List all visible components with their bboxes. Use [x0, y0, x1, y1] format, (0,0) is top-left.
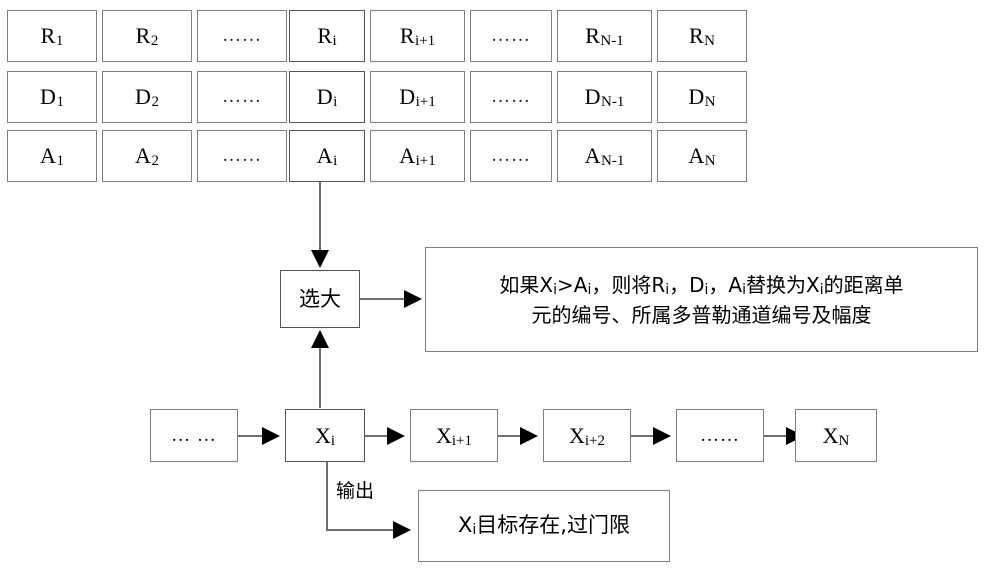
- matrix-cell-a-n: AN: [657, 130, 747, 182]
- cell-text: D1: [40, 84, 64, 111]
- x-chain-box-xi-plus-2: Xi+2: [543, 409, 631, 462]
- arrowhead-xi-to-selectmax: [311, 330, 329, 348]
- output-text: Xi目标存在,过门限: [458, 513, 630, 539]
- arrowhead-xi-to-output: [393, 521, 411, 539]
- matrix-cell-a-i-plus-1: Ai+1: [370, 130, 465, 182]
- arrowhead-xi-to-xi1: [387, 427, 405, 445]
- cell-text: ……: [222, 25, 262, 47]
- matrix-cell-r-ellipsis-1: ……: [197, 10, 287, 62]
- matrix-cell-r-i-plus-1: Ri+1: [370, 10, 465, 62]
- matrix-cell-d-n-minus-1: DN-1: [557, 71, 652, 123]
- cell-text: ……: [491, 25, 531, 47]
- matrix-cell-r-2: R2: [102, 10, 192, 62]
- matrix-cell-d-ellipsis-2: ……: [470, 71, 552, 123]
- cell-text: DN-1: [584, 84, 625, 111]
- cell-text: ……: [222, 86, 262, 108]
- output-edge-label: 输出: [336, 480, 375, 502]
- cell-text: A1: [40, 143, 64, 170]
- x-chain-text: ……: [700, 424, 740, 446]
- matrix-cell-r-1: R1: [7, 10, 97, 62]
- cell-text: ……: [222, 145, 262, 167]
- x-chain-text: XN: [822, 422, 850, 449]
- matrix-cell-d-i: Di: [289, 71, 365, 123]
- output-box: Xi目标存在,过门限: [418, 490, 670, 562]
- matrix-cell-d-n: DN: [657, 71, 747, 123]
- matrix-cell-d-1: D1: [7, 71, 97, 123]
- cell-text: RN-1: [585, 23, 624, 50]
- connector-xi-to-selectmax: [319, 348, 321, 408]
- matrix-cell-a-n-minus-1: AN-1: [557, 130, 652, 182]
- arrowhead-ai-to-selectmax: [311, 250, 329, 268]
- cell-text: D2: [135, 84, 159, 111]
- select-max-label: 选大: [299, 286, 341, 311]
- replace-rule-line-2: 元的编号、所属多普勒通道编号及幅度: [531, 302, 872, 327]
- x-chain-text: Xi+1: [435, 422, 473, 449]
- matrix-cell-r-n: RN: [657, 10, 747, 62]
- x-chain-text: Xi+2: [568, 422, 606, 449]
- replace-rule-line-1: 如果Xi>Ai，则将Ri，Di，Ai替换为Xi的距离单: [499, 272, 904, 298]
- matrix-cell-a-1: A1: [7, 130, 97, 182]
- matrix-cell-d-ellipsis-1: ……: [197, 71, 287, 123]
- cell-text: ……: [491, 86, 531, 108]
- cell-text: AN-1: [584, 143, 625, 170]
- x-chain-ellipsis-start: … …: [150, 409, 238, 462]
- x-chain-box-xi: Xi: [285, 409, 365, 462]
- cell-text: Ri: [317, 23, 337, 50]
- arrowhead-xi2-to-ellipsis: [653, 427, 671, 445]
- replace-rule-box: 如果Xi>Ai，则将Ri，Di，Ai替换为Xi的距离单 元的编号、所属多普勒通道…: [425, 247, 978, 352]
- select-max-box: 选大: [280, 270, 360, 328]
- connector-xi-output-vertical: [326, 462, 328, 530]
- cell-text: Di+1: [399, 84, 436, 111]
- cell-text: Ri+1: [399, 23, 436, 50]
- cell-text: Di: [316, 84, 338, 111]
- connector-xi-output-horizontal: [326, 529, 401, 531]
- cell-text: R1: [40, 23, 64, 50]
- diagram-canvas: R1 R2 …… Ri Ri+1 …… RN-1 RN D1 D2 …… Di …: [0, 0, 1000, 574]
- arrowhead-xi1-to-xi2: [520, 427, 538, 445]
- cell-text: Ai+1: [399, 143, 436, 170]
- connector-ai-to-selectmax: [319, 182, 321, 252]
- matrix-cell-r-ellipsis-2: ……: [470, 10, 552, 62]
- cell-text: Ai: [316, 143, 338, 170]
- matrix-cell-r-n-minus-1: RN-1: [557, 10, 652, 62]
- arrowhead-ellipsis-to-xi: [262, 427, 280, 445]
- matrix-cell-a-ellipsis-2: ……: [470, 130, 552, 182]
- x-chain-box-xn: XN: [795, 409, 877, 462]
- cell-text: DN: [688, 84, 716, 111]
- matrix-cell-a-ellipsis-1: ……: [197, 130, 287, 182]
- matrix-cell-a-i: Ai: [289, 130, 365, 182]
- cell-text: AN: [688, 143, 716, 170]
- cell-text: A2: [135, 143, 159, 170]
- x-chain-box-xi-plus-1: Xi+1: [410, 409, 498, 462]
- arrowhead-selectmax-to-rule: [404, 290, 422, 308]
- cell-text: RN: [688, 23, 716, 50]
- x-chain-ellipsis-end: ……: [676, 409, 764, 462]
- matrix-cell-d-2: D2: [102, 71, 192, 123]
- matrix-cell-d-i-plus-1: Di+1: [370, 71, 465, 123]
- matrix-cell-a-2: A2: [102, 130, 192, 182]
- x-chain-text: … …: [171, 424, 217, 446]
- matrix-cell-r-i: Ri: [289, 10, 365, 62]
- cell-text: ……: [491, 145, 531, 167]
- cell-text: R2: [135, 23, 159, 50]
- x-chain-text: Xi: [314, 422, 336, 449]
